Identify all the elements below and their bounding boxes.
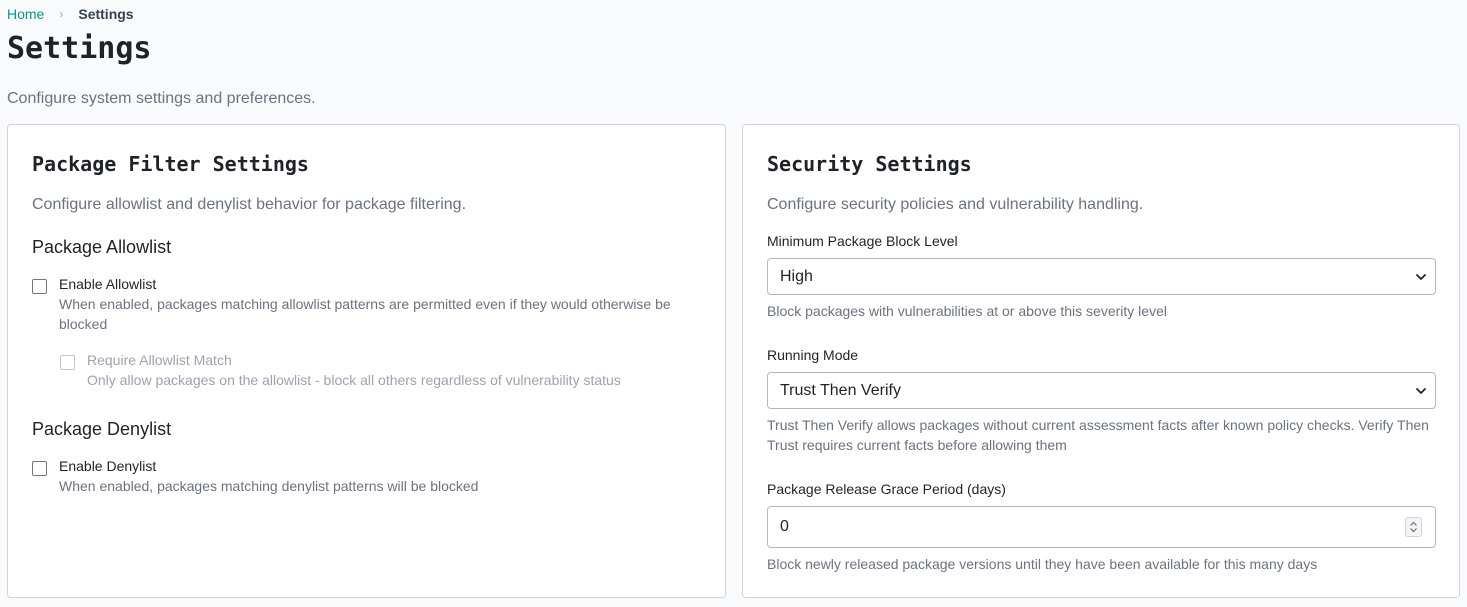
spinner-arrows-icon[interactable]	[1405, 517, 1422, 537]
enable-denylist-help: When enabled, packages matching denylist…	[59, 478, 479, 494]
denylist-heading: Package Denylist	[32, 419, 172, 439]
chevron-down-icon	[1416, 274, 1426, 280]
enable-allowlist-help: When enabled, packages matching allowlis…	[59, 296, 671, 332]
security-settings-description: Configure security policies and vulnerab…	[767, 196, 1144, 213]
security-settings-title: Security Settings	[767, 152, 972, 176]
block-level-help: Block packages with vulnerabilities at o…	[767, 303, 1167, 319]
settings-page: Home › Settings Settings Configure syste…	[0, 0, 1467, 607]
grace-period-help: Block newly released package versions un…	[767, 556, 1318, 572]
require-allowlist-match-label: Require Allowlist Match	[87, 352, 232, 368]
breadcrumb-home-link[interactable]: Home	[7, 6, 44, 22]
enable-allowlist-checkbox[interactable]	[32, 279, 47, 294]
require-allowlist-match-checkbox	[60, 355, 75, 370]
block-level-value: High	[780, 267, 813, 285]
grace-period-value: 0	[780, 518, 789, 535]
running-mode-select[interactable]: Trust Then Verify	[767, 372, 1436, 409]
enable-denylist-checkbox[interactable]	[32, 461, 47, 476]
security-settings-card: Security Settings Configure security pol…	[742, 124, 1460, 598]
package-filter-settings-card: Package Filter Settings Configure allowl…	[7, 124, 726, 598]
block-level-select[interactable]: High	[767, 258, 1436, 295]
running-mode-label: Running Mode	[767, 347, 859, 363]
page-title: Settings	[7, 31, 152, 66]
block-level-label: Minimum Package Block Level	[767, 233, 958, 249]
settings-cards: Package Filter Settings Configure allowl…	[7, 124, 1460, 598]
chevron-down-icon	[1416, 388, 1426, 394]
chevron-right-icon: ›	[59, 7, 64, 21]
enable-allowlist-row: Enable Allowlist When enabled, packages …	[32, 274, 701, 334]
page-subtitle: Configure system settings and preference…	[7, 90, 316, 107]
require-allowlist-match-help: Only allow packages on the allowlist - b…	[87, 372, 621, 388]
breadcrumb-current: Settings	[78, 6, 134, 22]
breadcrumb: Home › Settings	[7, 0, 1460, 28]
grace-period-input[interactable]: 0	[767, 506, 1436, 548]
allowlist-heading: Package Allowlist	[32, 237, 172, 257]
package-filter-title: Package Filter Settings	[32, 152, 309, 176]
enable-allowlist-label[interactable]: Enable Allowlist	[59, 274, 701, 294]
running-mode-value: Trust Then Verify	[780, 381, 901, 399]
running-mode-help: Trust Then Verify allows packages withou…	[767, 417, 1429, 453]
enable-denylist-label[interactable]: Enable Denylist	[59, 456, 478, 476]
enable-denylist-row: Enable Denylist When enabled, packages m…	[32, 456, 701, 496]
grace-period-label: Package Release Grace Period (days)	[767, 481, 1006, 497]
package-filter-description: Configure allowlist and denylist behavio…	[32, 196, 467, 213]
require-allowlist-match-row: Require Allowlist Match Only allow packa…	[60, 350, 701, 390]
